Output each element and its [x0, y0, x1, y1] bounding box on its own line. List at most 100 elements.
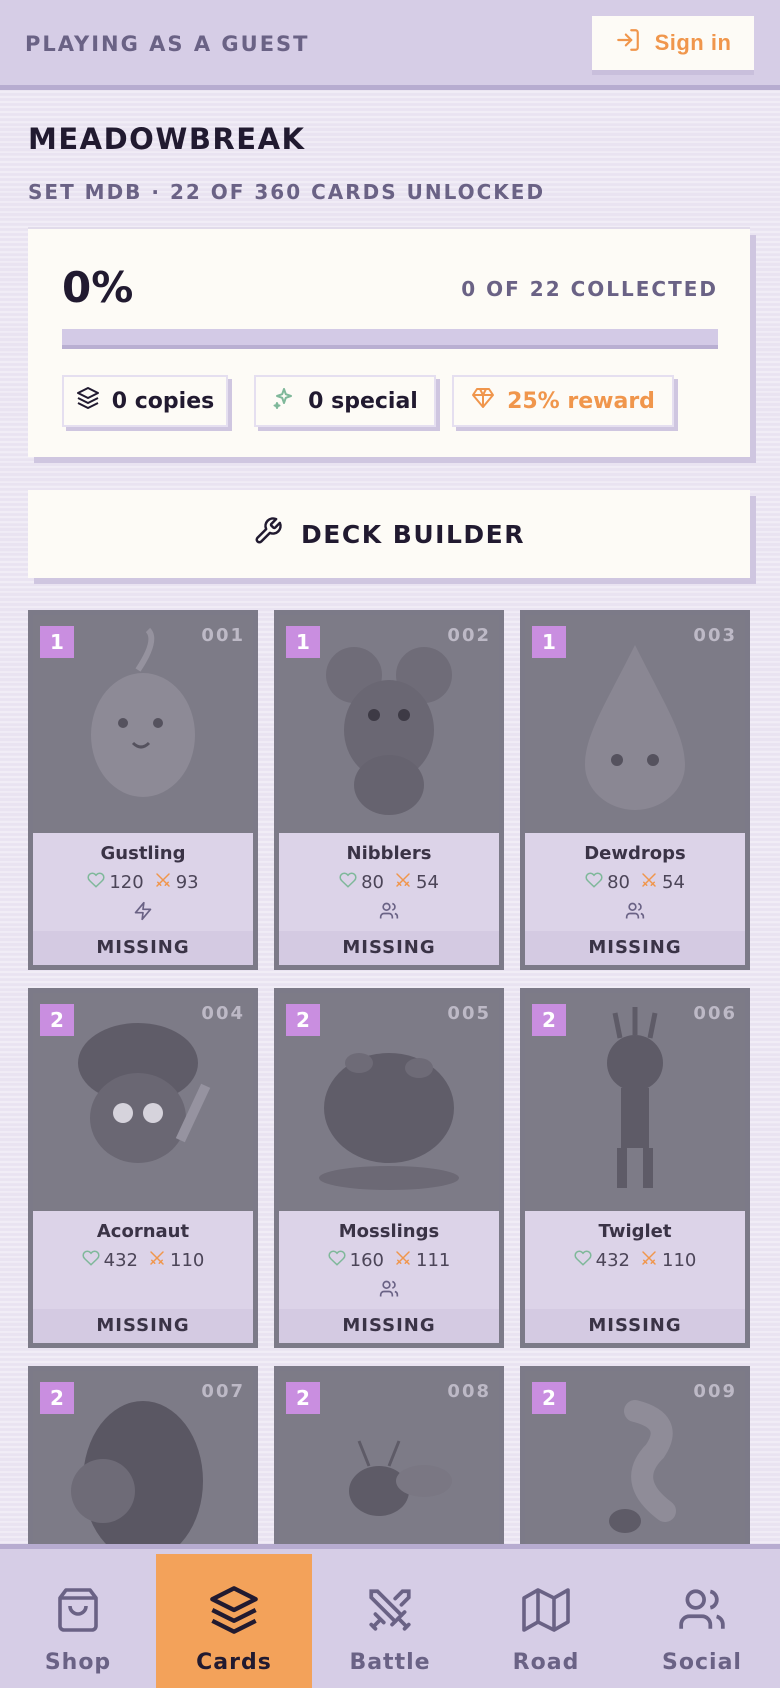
card-number: 002 [447, 625, 491, 646]
card-name: Mosslings [338, 1221, 440, 1242]
rarity-badge: 2 [286, 1382, 320, 1414]
attack-value: 54 [416, 872, 439, 893]
wrench-icon [253, 516, 283, 552]
collected-count: 0 OF 22 COLLECTED [461, 277, 718, 301]
card-name: Gustling [100, 843, 186, 864]
sparkles-icon [272, 386, 296, 416]
card-status: MISSING [525, 931, 745, 965]
heart-icon [82, 1249, 100, 1272]
gem-icon [471, 386, 495, 416]
swords-icon [640, 871, 658, 894]
card-tile[interactable]: 1 003 Dewdrops 80 54 MISSING [520, 610, 750, 970]
card-info: Dewdrops 80 54 MISSING [525, 833, 745, 965]
rarity-badge: 2 [40, 1382, 74, 1414]
nav-social-label: Social [662, 1650, 742, 1675]
nav-social[interactable]: Social [624, 1554, 780, 1688]
copies-chip[interactable]: 0 copies [62, 375, 228, 427]
guest-label: PLAYING AS A GUEST [25, 32, 310, 56]
card-name: Acornaut [96, 1221, 190, 1242]
special-chip[interactable]: 0 special [254, 375, 436, 427]
health-value: 120 [109, 872, 144, 893]
heart-icon [339, 871, 357, 894]
lightning-icon [33, 901, 253, 921]
deck-builder-label: DECK BUILDER [301, 519, 525, 549]
rarity-badge: 2 [532, 1382, 566, 1414]
card-name: Twiglet [598, 1221, 672, 1242]
card-tile[interactable]: 2 004 Acornaut 432 110 MISSING [28, 988, 258, 1348]
attack-value: 110 [662, 1250, 697, 1271]
heart-icon [87, 871, 105, 894]
card-tile[interactable]: 1 001 Gustling 120 93 MISSING [28, 610, 258, 970]
card-info: Twiglet 432 110 MISSING [525, 1211, 745, 1343]
shopping-bag-icon [54, 1584, 102, 1636]
collection-progress-card: 0% 0 OF 22 COLLECTED 0 copies 0 special … [28, 229, 750, 457]
card-stats: 120 93 [33, 871, 253, 894]
nav-cards-label: Cards [196, 1650, 272, 1675]
card-number: 006 [693, 1003, 737, 1024]
swords-icon [640, 1249, 658, 1272]
card-number: 003 [693, 625, 737, 646]
card-info: Nibblers 80 54 MISSING [279, 833, 499, 965]
card-name: Dewdrops [584, 843, 686, 864]
users-icon [525, 901, 745, 921]
nav-battle[interactable]: Battle [312, 1554, 468, 1688]
card-name: Nibblers [346, 843, 432, 864]
users-icon [677, 1584, 727, 1636]
nav-shop[interactable]: Shop [0, 1554, 156, 1688]
card-number: 009 [693, 1381, 737, 1402]
progress-percent: 0% [62, 263, 134, 312]
heart-icon [574, 1249, 592, 1272]
rarity-badge: 1 [532, 626, 566, 658]
special-label: 0 special [308, 388, 418, 414]
card-tile[interactable]: 2 005 Mosslings 160 111 MISSING [274, 988, 504, 1348]
top-bar: PLAYING AS A GUEST Sign in [0, 0, 780, 90]
card-tile[interactable]: 2 006 Twiglet 432 110 MISSING [520, 988, 750, 1348]
swords-icon [365, 1584, 415, 1636]
set-title: MEADOWBREAK [28, 122, 306, 156]
card-stats: 432 110 [525, 1249, 745, 1272]
layers-icon [208, 1584, 260, 1636]
users-icon [279, 901, 499, 921]
card-stats: 432 110 [33, 1249, 253, 1272]
sign-in-label: Sign in [654, 30, 732, 55]
card-tile[interactable]: 1 002 Nibblers 80 54 MISSING [274, 610, 504, 970]
rarity-badge: 1 [286, 626, 320, 658]
nav-road-label: Road [512, 1650, 580, 1675]
attack-value: 111 [416, 1250, 451, 1271]
sign-in-button[interactable]: Sign in [592, 16, 754, 70]
card-info: Acornaut 432 110 MISSING [33, 1211, 253, 1343]
card-status: MISSING [279, 931, 499, 965]
health-value: 80 [361, 872, 384, 893]
card-stats: 80 54 [279, 871, 499, 894]
health-value: 80 [607, 872, 630, 893]
deck-builder-button[interactable]: DECK BUILDER [28, 490, 750, 578]
layers-icon [76, 386, 100, 416]
nav-road[interactable]: Road [468, 1554, 624, 1688]
card-stats: 160 111 [279, 1249, 499, 1272]
rarity-badge: 2 [532, 1004, 566, 1036]
rarity-badge: 2 [286, 1004, 320, 1036]
swords-icon [394, 1249, 412, 1272]
attack-value: 54 [662, 872, 685, 893]
nav-cards[interactable]: Cards [156, 1554, 312, 1688]
card-number: 008 [447, 1381, 491, 1402]
attack-value: 110 [170, 1250, 205, 1271]
heart-icon [585, 871, 603, 894]
rarity-badge: 2 [40, 1004, 74, 1036]
card-number: 007 [201, 1381, 245, 1402]
rarity-badge: 1 [40, 626, 74, 658]
reward-label: 25% reward [507, 388, 655, 414]
swords-icon [394, 871, 412, 894]
users-icon [279, 1279, 499, 1299]
card-number: 001 [201, 625, 245, 646]
sign-in-icon [615, 27, 641, 59]
health-value: 432 [595, 1250, 630, 1271]
heart-icon [328, 1249, 346, 1272]
card-grid: 1 001 Gustling 120 93 MISSING 1 002 Nibb… [28, 610, 750, 1688]
reward-chip[interactable]: 25% reward [452, 375, 674, 427]
card-info: Gustling 120 93 MISSING [33, 833, 253, 965]
card-status: MISSING [525, 1309, 745, 1343]
nav-battle-label: Battle [349, 1650, 431, 1675]
attack-value: 93 [175, 872, 199, 893]
card-info: Mosslings 160 111 MISSING [279, 1211, 499, 1343]
